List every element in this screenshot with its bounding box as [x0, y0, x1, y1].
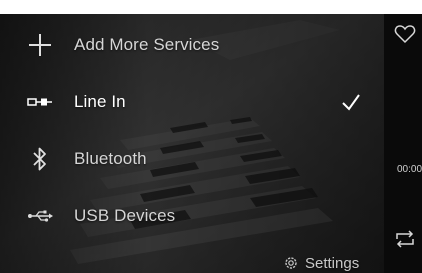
usb-icon: [22, 201, 58, 231]
top-edge: [0, 0, 422, 14]
gear-icon: [285, 257, 297, 269]
menu-item-usb-devices[interactable]: USB Devices: [0, 187, 384, 245]
repeat-icon[interactable]: [394, 230, 416, 248]
menu-item-line-in[interactable]: Line In: [0, 73, 384, 131]
line-in-icon: [22, 87, 58, 117]
plus-icon: [22, 30, 58, 60]
settings-button[interactable]: Settings: [283, 252, 359, 273]
elapsed-time: 00:00: [397, 164, 422, 175]
menu-item-label: USB Devices: [74, 206, 176, 225]
source-menu: Add More Services Line In Bluetooth USB …: [0, 14, 384, 273]
checkmark-icon: [342, 94, 360, 111]
menu-item-label: Bluetooth: [74, 149, 147, 168]
bluetooth-icon: [22, 144, 58, 174]
menu-item-bluetooth[interactable]: Bluetooth: [0, 130, 384, 188]
heart-icon[interactable]: [394, 24, 416, 44]
menu-item-label: Add More Services: [74, 35, 220, 54]
menu-item-add-more-services[interactable]: Add More Services: [0, 16, 384, 74]
settings-label: Settings: [305, 254, 360, 272]
menu-item-label: Line In: [74, 92, 126, 111]
source-menu-screen: Add More Services Line In Bluetooth USB …: [0, 0, 422, 273]
now-playing-side-panel: 00:00: [384, 14, 422, 273]
